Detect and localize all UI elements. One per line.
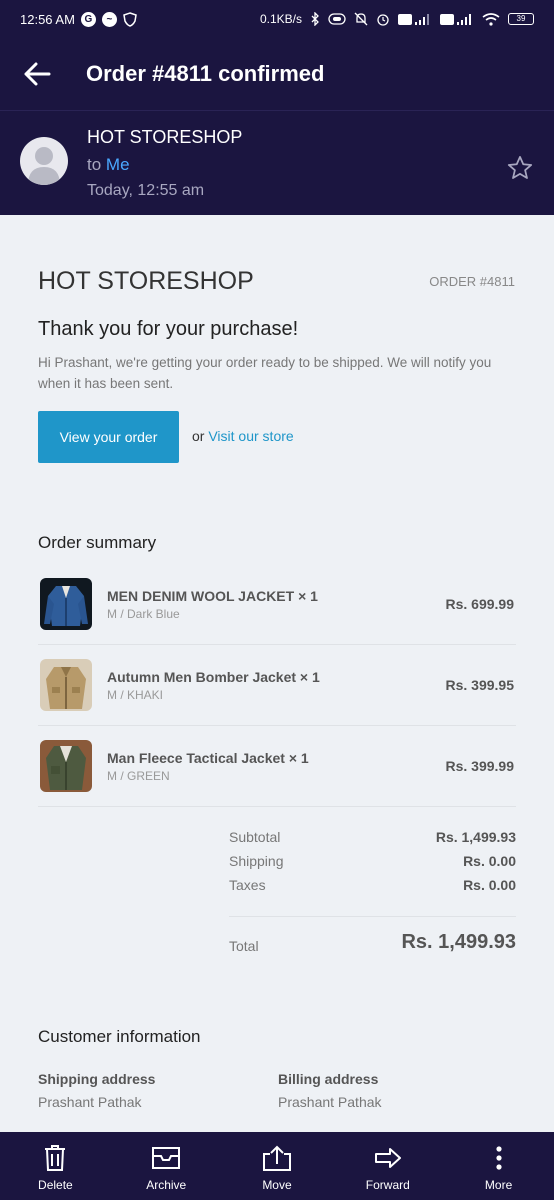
billing-address-heading: Billing address: [278, 1071, 379, 1087]
bluetooth-icon: [311, 12, 319, 26]
status-bar: 12:56 AM G ~ 0.1KB/s 39: [0, 0, 554, 38]
shipping-row: Shipping Rs. 0.00: [229, 853, 516, 877]
thanks-heading: Thank you for your purchase!: [38, 318, 299, 340]
item-name: Man Fleece Tactical Jacket × 1: [107, 750, 309, 766]
taxes-value: Rs. 0.00: [463, 877, 516, 893]
move-button[interactable]: Move: [222, 1132, 333, 1200]
forward-button[interactable]: Forward: [332, 1132, 443, 1200]
forward-icon: [374, 1148, 401, 1168]
nfc-icon: [328, 13, 346, 25]
totals-block: Subtotal Rs. 1,499.93 Shipping Rs. 0.00 …: [229, 829, 516, 901]
order-items-list: MEN DENIM WOOL JACKET × 1 M / Dark Blue …: [38, 564, 516, 807]
to-prefix: to: [87, 155, 102, 174]
shipping-value: Rs. 0.00: [463, 853, 516, 869]
archive-icon: [152, 1147, 181, 1169]
person-icon: [28, 147, 60, 185]
move-label: Move: [262, 1178, 292, 1192]
view-order-button[interactable]: View your order: [38, 411, 179, 463]
bottom-action-bar: Delete Archive Move Forward More: [0, 1132, 554, 1200]
item-price: Rs. 699.99: [445, 596, 515, 612]
recipient-line: to Me: [87, 155, 130, 175]
trash-icon: [45, 1145, 66, 1171]
item-name: Autumn Men Bomber Jacket × 1: [107, 669, 320, 685]
item-name: MEN DENIM WOOL JACKET × 1: [107, 588, 318, 604]
total-label: Total: [229, 938, 259, 954]
shipping-address-heading: Shipping address: [38, 1071, 156, 1087]
bomber-jacket-thumbnail: [40, 659, 92, 711]
app-bar: Order #4811 confirmed: [0, 38, 554, 110]
or-text: or: [192, 428, 205, 444]
email-subject: Order #4811 confirmed: [86, 61, 325, 86]
jacket-image-icon: [40, 659, 92, 711]
totals-divider: [229, 916, 516, 917]
back-arrow-icon: [24, 62, 51, 86]
move-icon: [262, 1145, 291, 1171]
delete-label: Delete: [38, 1178, 73, 1192]
signal-volte-1-icon: [398, 13, 429, 25]
denim-jacket-thumbnail: [40, 578, 92, 630]
shield-icon: [123, 11, 137, 27]
subtotal-label: Subtotal: [229, 829, 281, 845]
avatar[interactable]: [20, 137, 68, 185]
recipient-name[interactable]: Me: [106, 155, 130, 174]
battery-icon: 39: [508, 13, 534, 25]
email-timestamp: Today, 12:55 am: [87, 182, 205, 199]
shipping-address-name: Prashant Pathak: [38, 1094, 142, 1110]
visit-store-link[interactable]: Visit our store: [208, 428, 293, 444]
taxes-row: Taxes Rs. 0.00: [229, 877, 516, 901]
forward-label: Forward: [365, 1178, 410, 1192]
signal-volte-2-icon: [440, 13, 471, 25]
order-item: MEN DENIM WOOL JACKET × 1 M / Dark Blue …: [38, 564, 516, 645]
star-button[interactable]: [506, 154, 534, 187]
back-button[interactable]: [0, 38, 74, 110]
more-label: More: [484, 1178, 513, 1192]
sender-name[interactable]: HOT STORESHOP: [87, 127, 242, 148]
visit-store-line: or Visit our store: [192, 428, 294, 444]
google-icon: G: [80, 11, 96, 27]
thanks-message: Hi Prashant, we're getting your order re…: [38, 355, 492, 391]
jacket-image-icon: [40, 578, 92, 630]
subtotal-value: Rs. 1,499.93: [435, 829, 516, 845]
order-item: Man Fleece Tactical Jacket × 1 M / GREEN…: [38, 726, 516, 807]
item-variant: M / KHAKI: [107, 688, 164, 702]
total-row: Total Rs. 1,499.93: [229, 931, 516, 961]
mute-icon: [354, 12, 368, 26]
network-speed: 0.1KB/s: [259, 12, 302, 26]
archive-label: Archive: [146, 1178, 187, 1192]
star-icon: [507, 156, 533, 179]
subtotal-row: Subtotal Rs. 1,499.93: [229, 829, 516, 853]
email-body: HOT STORESHOP ORDER #4811 Thank you for …: [0, 215, 554, 1132]
sender-header: HOT STORESHOP to Me Today, 12:55 am: [0, 110, 554, 215]
order-summary-title: Order summary: [38, 533, 157, 552]
billing-address-name: Prashant Pathak: [278, 1094, 382, 1110]
status-time: 12:56 AM: [20, 11, 75, 27]
item-variant: M / Dark Blue: [107, 607, 180, 621]
more-button[interactable]: More: [443, 1132, 554, 1200]
wifi-icon: [482, 12, 500, 26]
item-price: Rs. 399.95: [445, 677, 515, 693]
item-variant: M / GREEN: [107, 769, 170, 783]
delete-button[interactable]: Delete: [0, 1132, 111, 1200]
fleece-jacket-thumbnail: [40, 740, 92, 792]
customer-info-title: Customer information: [38, 1027, 201, 1046]
taxes-label: Taxes: [229, 877, 266, 893]
archive-button[interactable]: Archive: [111, 1132, 222, 1200]
shipping-label: Shipping: [229, 853, 284, 869]
shop-name: HOT STORESHOP: [38, 267, 254, 295]
order-number: ORDER #4811: [429, 274, 515, 289]
more-icon: [495, 1146, 502, 1170]
jacket-image-icon: [40, 740, 92, 792]
alarm-icon: [377, 14, 389, 26]
order-item: Autumn Men Bomber Jacket × 1 M / KHAKI R…: [38, 645, 516, 726]
messenger-icon: ~: [101, 11, 117, 27]
total-value: Rs. 1,499.93: [401, 931, 516, 953]
item-price: Rs. 399.99: [445, 758, 515, 774]
